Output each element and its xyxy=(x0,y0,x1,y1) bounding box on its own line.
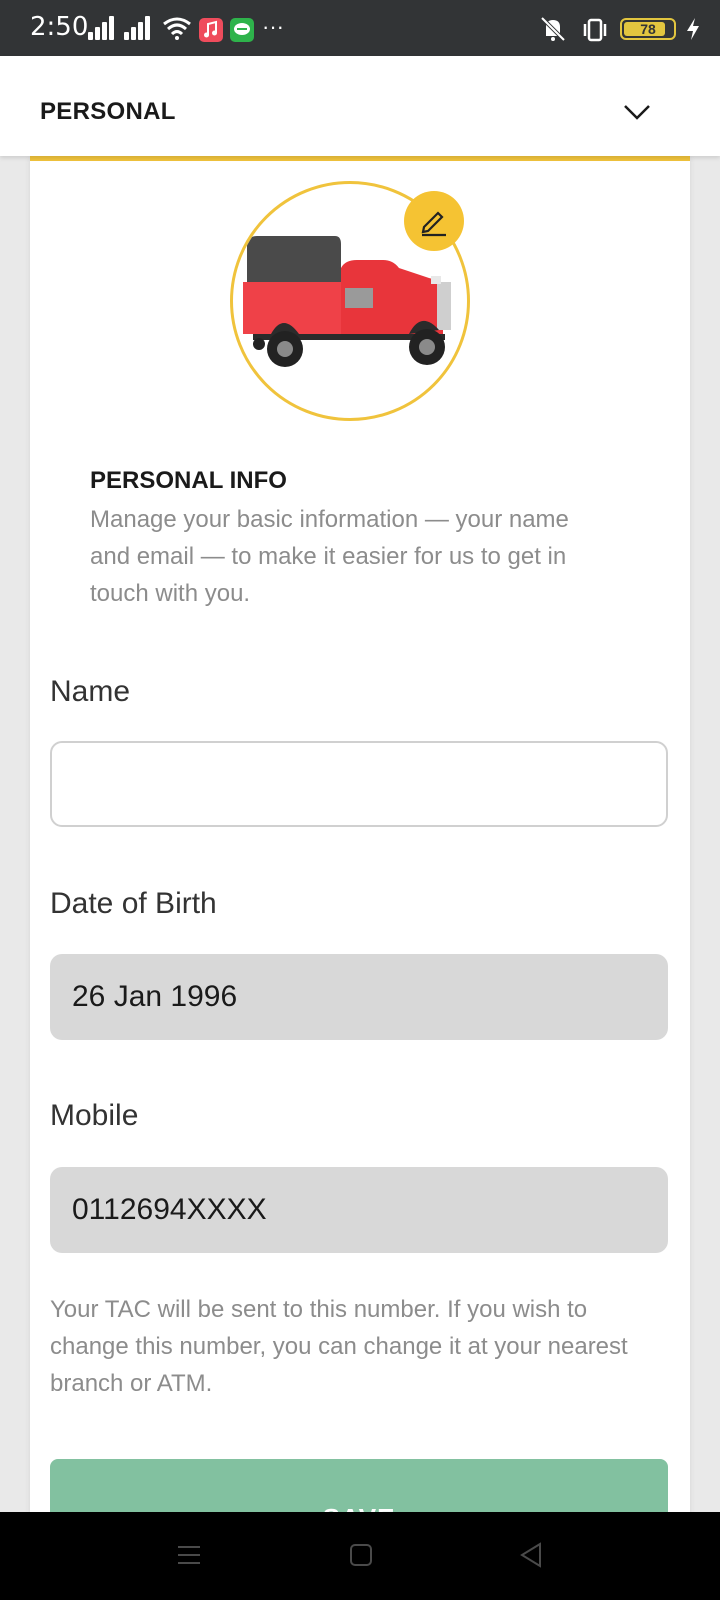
info-description: Manage your basic information — your nam… xyxy=(90,506,569,607)
chevron-down-icon[interactable] xyxy=(622,100,652,124)
wifi-icon xyxy=(163,17,191,40)
battery-icon: 78 xyxy=(620,18,676,40)
section-header[interactable]: PERSONAL xyxy=(0,56,720,156)
back-icon[interactable] xyxy=(518,1542,544,1568)
tac-note: Your TAC will be sent to this number. If… xyxy=(50,1296,628,1397)
menu-icon[interactable] xyxy=(176,1542,202,1568)
name-label: Name xyxy=(50,675,131,708)
mobile-label: Mobile xyxy=(50,1099,139,1132)
personal-info-card: PERSONAL INFO Manage your basic informat… xyxy=(30,156,690,1549)
music-app-icon xyxy=(199,18,223,42)
signal-icon xyxy=(124,14,154,40)
dob-label: Date of Birth xyxy=(50,887,217,920)
more-notifications-icon: ··· xyxy=(262,14,284,39)
home-icon[interactable] xyxy=(348,1542,374,1568)
charging-icon xyxy=(687,18,699,40)
mute-icon xyxy=(540,16,566,42)
edit-photo-button[interactable] xyxy=(404,191,464,251)
dob-field: 26 Jan 1996 xyxy=(50,954,668,1040)
mobile-field: 0112694XXXX xyxy=(50,1167,668,1253)
info-heading: PERSONAL INFO xyxy=(90,467,287,494)
vibrate-icon xyxy=(583,18,607,42)
status-bar: 2:50 ··· 78 xyxy=(0,0,720,56)
status-time: 2:50 xyxy=(30,12,89,42)
section-title: PERSONAL xyxy=(40,98,176,125)
battery-level: 78 xyxy=(640,21,656,37)
pencil-icon xyxy=(421,211,446,237)
line-app-icon xyxy=(230,18,254,42)
name-input[interactable] xyxy=(50,741,668,827)
signal-icon xyxy=(88,14,118,40)
system-nav-bar xyxy=(0,1512,720,1600)
